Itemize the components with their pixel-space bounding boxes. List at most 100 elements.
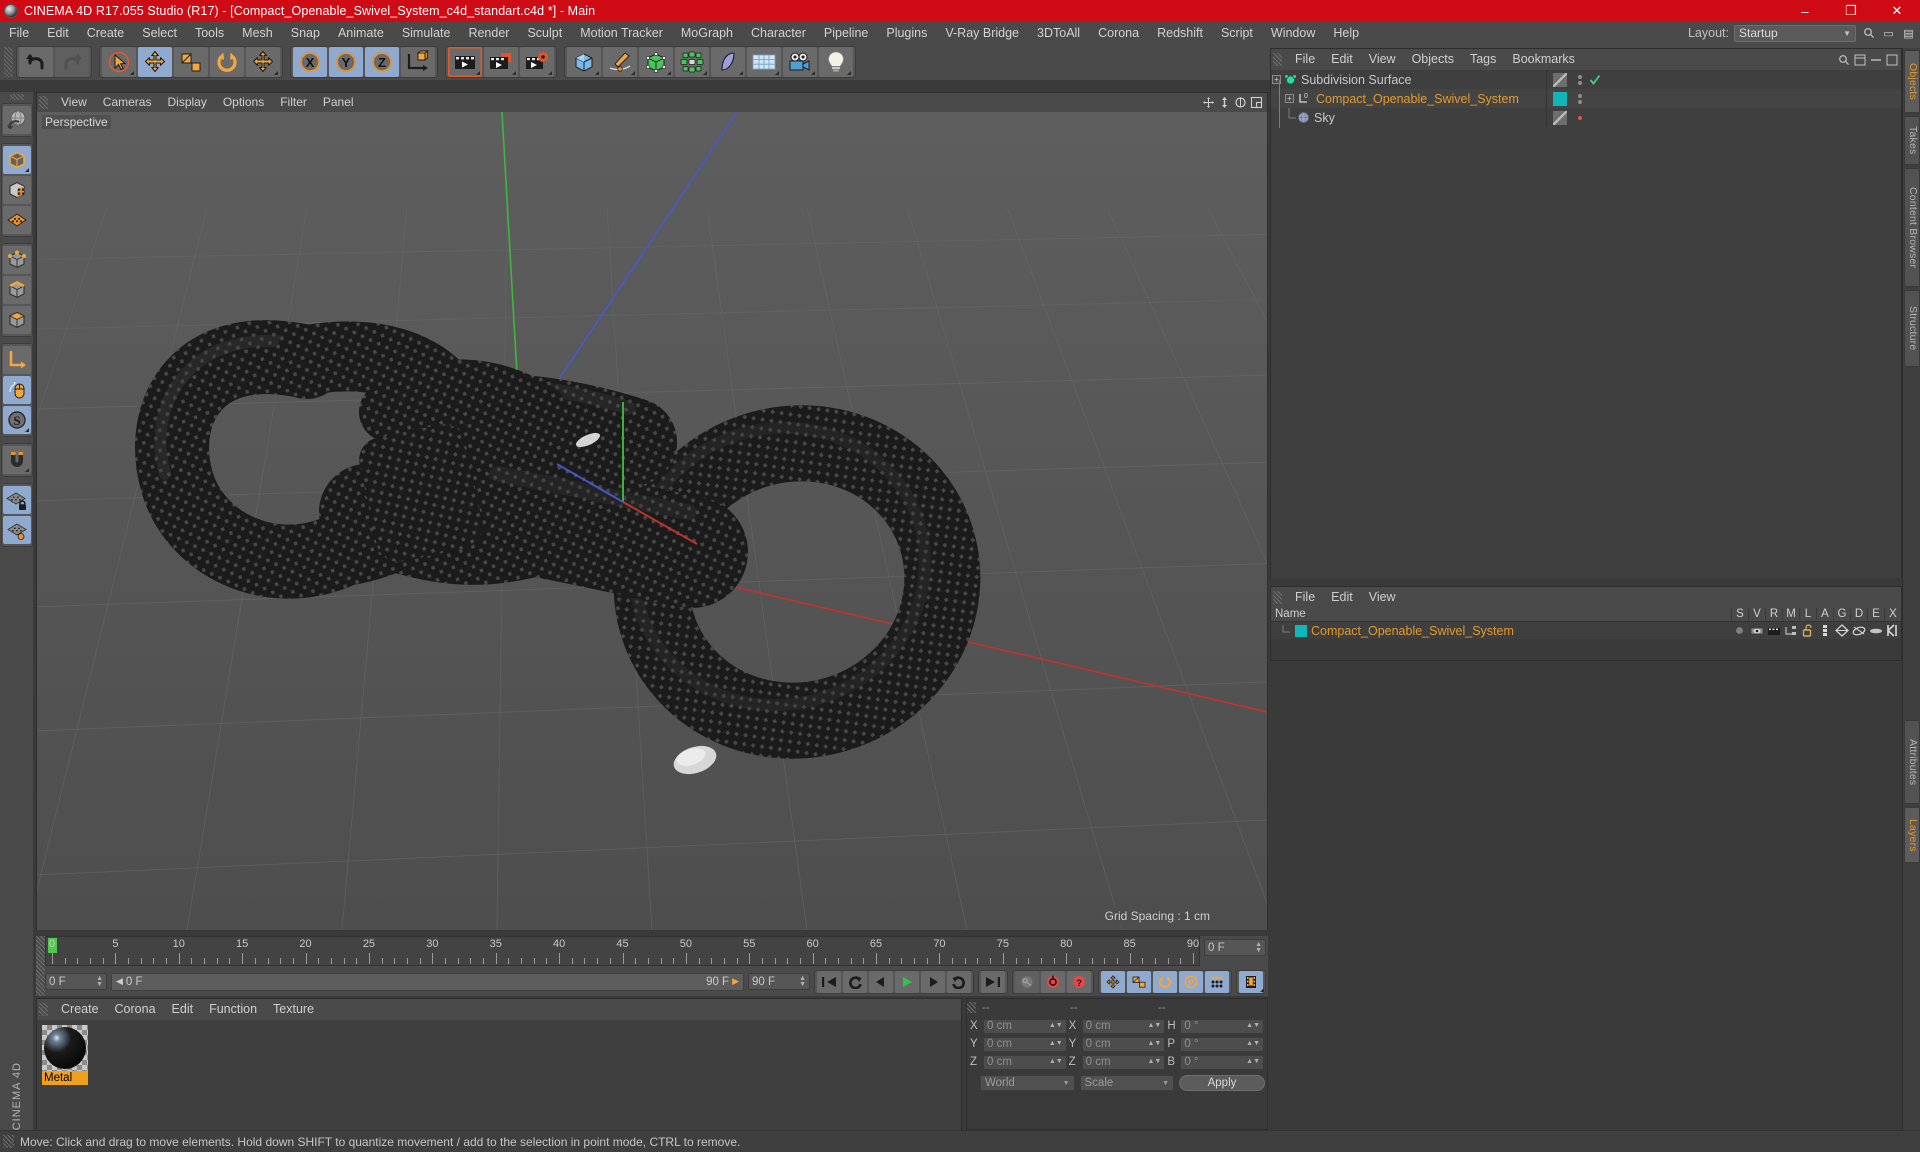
- spinner-icon[interactable]: ▲▼: [1255, 941, 1262, 954]
- lock-workplane-button[interactable]: [2, 486, 31, 514]
- spinner-icon[interactable]: ▲▼: [1147, 1040, 1161, 1047]
- object-menu-bookmarks[interactable]: Bookmarks: [1504, 49, 1583, 70]
- add-cube-button[interactable]: [567, 47, 601, 77]
- spinner-icon[interactable]: ▲▼: [1049, 1022, 1063, 1029]
- object-row[interactable]: +0 Compact_Openable_Swivel_System: [1271, 89, 1901, 108]
- material-list[interactable]: Metal: [37, 1020, 961, 1130]
- add-generator-button[interactable]: [639, 47, 673, 77]
- minimize-button[interactable]: –: [1782, 0, 1828, 22]
- left-palette-grip[interactable]: [9, 94, 24, 100]
- add-scene-object-button[interactable]: [747, 47, 781, 77]
- render-view-button[interactable]: [448, 47, 482, 77]
- manager-icon[interactable]: [1782, 625, 1799, 637]
- timeline-ruler[interactable]: 0 5 10 15 20 25 30 35 40 45 50 55 60 65 70 75 80 85 90: [45, 936, 1200, 966]
- object-tree[interactable]: + Subdivision Surface +0 Compact_Openable_S…: [1271, 70, 1901, 578]
- menu-item-corona[interactable]: Corona: [1089, 22, 1148, 44]
- object-menu-file[interactable]: File: [1287, 49, 1323, 70]
- undo-button[interactable]: [19, 47, 53, 77]
- coordinate-input-position-z[interactable]: 0 cm ▲▼: [983, 1054, 1067, 1070]
- layer-row[interactable]: Compact_Openable_Swivel_System: [1271, 622, 1901, 639]
- visibility-dots[interactable]: [1573, 108, 1587, 127]
- workplane-mode-button[interactable]: [2, 206, 31, 234]
- menu-item-3dtoall[interactable]: 3DToAll: [1028, 22, 1089, 44]
- close-button[interactable]: ✕: [1874, 0, 1920, 22]
- material-manager-grip[interactable]: [39, 1003, 48, 1016]
- render-visibility-dot[interactable]: [1578, 99, 1582, 104]
- solo-dot-icon[interactable]: [1731, 624, 1748, 637]
- menu-item-edit[interactable]: Edit: [38, 22, 78, 44]
- coordinates-grip[interactable]: [967, 1002, 976, 1013]
- xpresso-icon[interactable]: [1884, 624, 1901, 637]
- scale-tool[interactable]: [174, 47, 208, 77]
- layer-column-m[interactable]: M: [1782, 608, 1799, 620]
- object-tag-chip[interactable]: [1553, 110, 1567, 125]
- scale-key-button[interactable]: [1127, 970, 1151, 993]
- add-spline-button[interactable]: [603, 47, 637, 77]
- undo-view-button[interactable]: [2, 106, 31, 134]
- play-button[interactable]: [895, 970, 919, 993]
- layer-row-name-cell[interactable]: Compact_Openable_Swivel_System: [1271, 624, 1731, 638]
- coordinate-system-dropdown[interactable]: World ▼: [980, 1075, 1075, 1091]
- render-settings-button[interactable]: [520, 47, 554, 77]
- menu-item-help[interactable]: Help: [1324, 22, 1368, 44]
- add-deformer-button[interactable]: [711, 47, 745, 77]
- rotate-view-icon[interactable]: [1234, 96, 1247, 109]
- point-level-anim-button[interactable]: [1205, 970, 1229, 993]
- record-active-objects-button[interactable]: [1041, 970, 1065, 993]
- layer-column-e[interactable]: E: [1867, 608, 1884, 620]
- keyframe-selection-button[interactable]: ?: [1067, 970, 1091, 993]
- tree-expander-slot[interactable]: +: [1284, 89, 1297, 108]
- next-key-button[interactable]: [947, 970, 971, 993]
- lock-open-icon[interactable]: [1799, 624, 1816, 637]
- spinner-icon[interactable]: ▲▼: [1246, 1058, 1260, 1065]
- material-menu-edit[interactable]: Edit: [164, 999, 202, 1020]
- maximize-button[interactable]: ❐: [1828, 0, 1874, 22]
- deformer-icon[interactable]: [1850, 624, 1867, 637]
- layer-manager-grip[interactable]: [1273, 590, 1282, 604]
- generator-icon[interactable]: [1833, 624, 1850, 637]
- viewport-menu-panel[interactable]: Panel: [315, 93, 362, 112]
- layer-column-a[interactable]: A: [1816, 608, 1833, 620]
- rotate-tool[interactable]: [210, 47, 244, 77]
- material-menu-corona[interactable]: Corona: [107, 999, 164, 1020]
- menu-item-select[interactable]: Select: [133, 22, 186, 44]
- menu-item-animate[interactable]: Animate: [329, 22, 393, 44]
- render-clapper-icon[interactable]: [1765, 625, 1782, 637]
- editor-visibility-dot[interactable]: [1578, 93, 1582, 98]
- material-menu-create[interactable]: Create: [53, 999, 107, 1020]
- toolbar-grip[interactable]: [4, 47, 13, 77]
- object-menu-tags[interactable]: Tags: [1462, 49, 1504, 70]
- redo-button[interactable]: [55, 47, 89, 77]
- object-row[interactable]: + Subdivision Surface: [1271, 70, 1901, 89]
- object-tag-chip-box[interactable]: [1547, 89, 1573, 108]
- param-key-button[interactable]: P: [1179, 970, 1203, 993]
- menu-item-create[interactable]: Create: [78, 22, 134, 44]
- object-tag-chip-box[interactable]: [1547, 108, 1573, 127]
- status-bar-grip[interactable]: [3, 1135, 14, 1148]
- viewport-menu-options[interactable]: Options: [215, 93, 272, 112]
- spinner-icon[interactable]: ▲▼: [1147, 1058, 1161, 1065]
- menu-item-simulate[interactable]: Simulate: [393, 22, 460, 44]
- step-forward-button[interactable]: [921, 970, 945, 993]
- spinner-icon[interactable]: ▲▼: [799, 975, 806, 988]
- object-tag-chip[interactable]: [1553, 72, 1567, 87]
- object-name[interactable]: Compact_Openable_Swivel_System: [1316, 92, 1519, 106]
- soft-selection-button[interactable]: S: [2, 406, 31, 434]
- menu-item-pipeline[interactable]: Pipeline: [815, 22, 877, 44]
- object-manager-grip[interactable]: [1273, 53, 1282, 66]
- eye-icon[interactable]: [1748, 625, 1765, 637]
- vertical-tab-layers[interactable]: Layers: [1904, 807, 1920, 863]
- coordinate-input-rotation-h[interactable]: 0 ° ▲▼: [1180, 1018, 1265, 1034]
- material-menu-function[interactable]: Function: [201, 999, 265, 1020]
- render-to-picture-viewer-button[interactable]: [484, 47, 518, 77]
- material-preview[interactable]: [42, 1025, 88, 1071]
- go-to-end-button[interactable]: [981, 970, 1005, 993]
- autokeying-button[interactable]: [1015, 970, 1039, 993]
- menu-item-motion-tracker[interactable]: Motion Tracker: [571, 22, 672, 44]
- coordinate-input-size-x[interactable]: 0 cm ▲▼: [1081, 1018, 1166, 1034]
- viewport-3d[interactable]: Perspective Grid Spacing : 1 cm: [37, 112, 1267, 930]
- menu-item-v-ray-bridge[interactable]: V-Ray Bridge: [936, 22, 1028, 44]
- add-camera-button[interactable]: [783, 47, 817, 77]
- layer-column-x[interactable]: X: [1884, 608, 1901, 620]
- viewport-menu-filter[interactable]: Filter: [272, 93, 315, 112]
